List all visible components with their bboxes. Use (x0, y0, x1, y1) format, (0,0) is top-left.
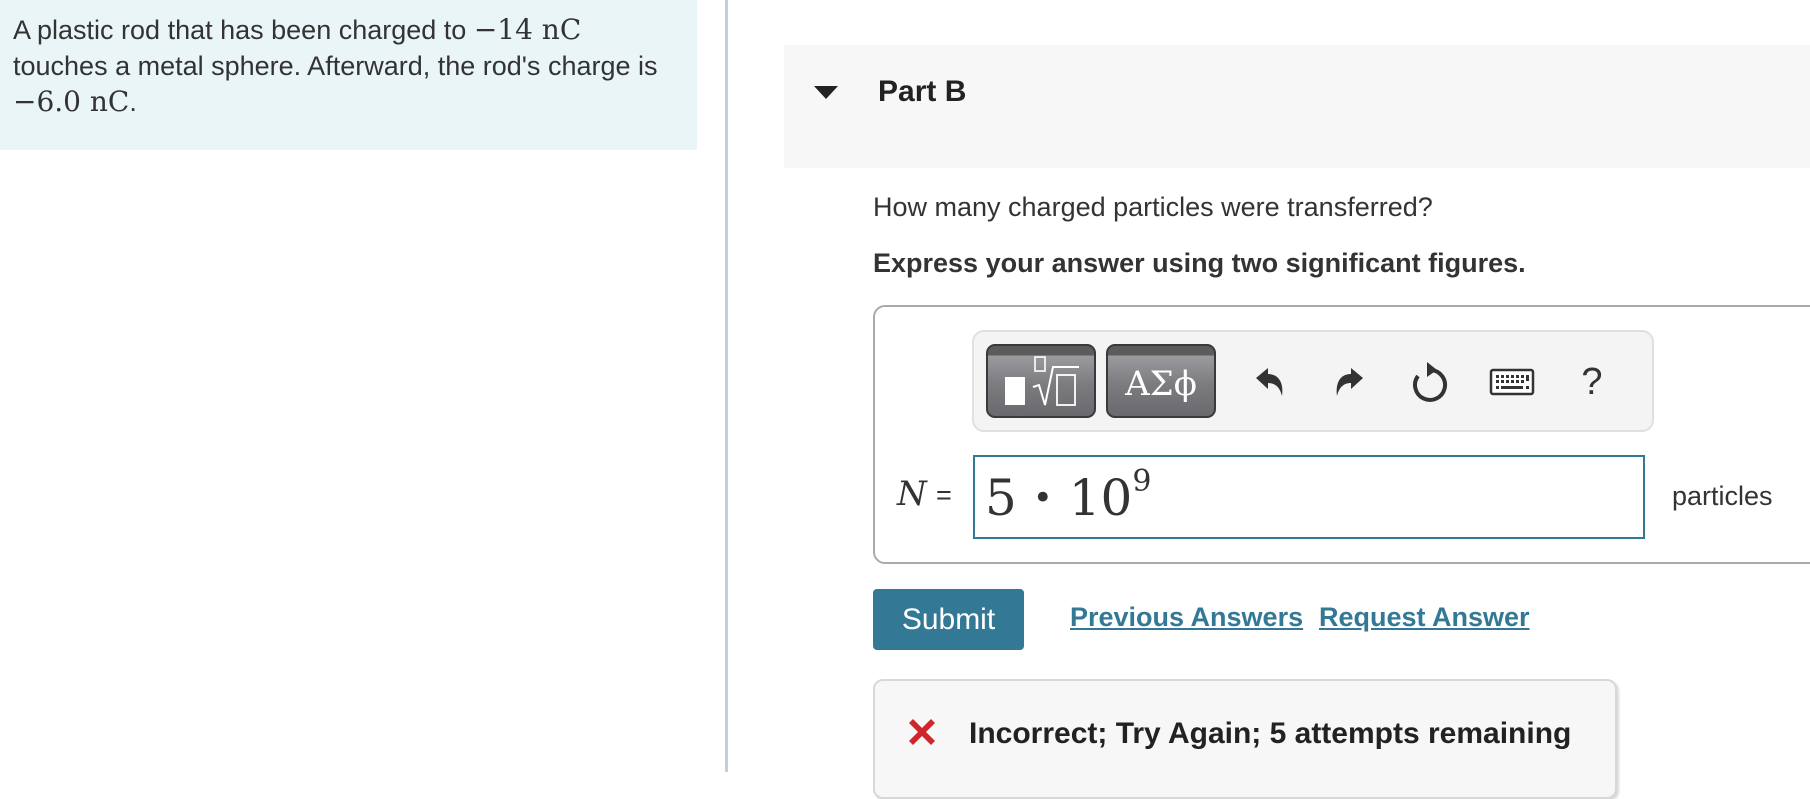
instructions-text: Express your answer using two significan… (873, 248, 1526, 278)
problem-text-segment: A plastic rod that has been charged to (13, 15, 474, 45)
initial-charge-value: −14 nC (473, 13, 582, 46)
undo-button[interactable] (1242, 354, 1298, 410)
symbols-button[interactable]: ΑΣϕ (1106, 344, 1216, 418)
answer-base: 10 (1068, 469, 1133, 527)
math-toolbar: ΑΣϕ ? (972, 330, 1654, 432)
undo-icon (1256, 368, 1283, 396)
request-answer-link[interactable]: Request Answer (1319, 602, 1530, 633)
help-button[interactable]: ? (1564, 354, 1620, 410)
answer-variable-label: N (897, 474, 927, 514)
templates-button[interactable] (986, 344, 1096, 418)
answer-mantissa: 5 (985, 469, 1017, 527)
question-text: How many charged particles were transfer… (873, 192, 1433, 222)
keyboard-button[interactable] (1484, 354, 1540, 410)
redo-button[interactable] (1321, 354, 1377, 410)
feedback-message: Incorrect; Try Again; 5 attempts remaini… (969, 717, 1572, 750)
answer-exponent: 9 (1132, 464, 1152, 500)
reset-icon (1413, 362, 1448, 402)
problem-text-segment: . (129, 87, 137, 117)
reset-button[interactable] (1401, 354, 1457, 410)
problem-statement-text: A plastic rod that has been charged to −… (13, 12, 683, 120)
answer-operator: • (1032, 478, 1053, 518)
equals-sign: = (936, 480, 952, 510)
unit-label: particles (1672, 481, 1773, 511)
previous-answers-link[interactable]: Previous Answers (1070, 602, 1303, 633)
redo-icon (1336, 368, 1363, 396)
pane-divider[interactable] (725, 0, 728, 772)
incorrect-x-icon (905, 715, 939, 754)
keyboard-icon (1489, 368, 1535, 396)
caret-down-icon[interactable] (814, 86, 838, 99)
templates-sqrt-icon (1005, 356, 1079, 406)
final-charge-value: −6.0 nC (13, 85, 130, 118)
answer-value: 5 • 109 (985, 464, 1151, 527)
problem-text-segment: touches a metal sphere. Afterward, the r… (13, 51, 658, 81)
answer-input[interactable]: 5 • 109 (973, 455, 1645, 539)
part-title[interactable]: Part B (878, 75, 966, 109)
feedback-box: Incorrect; Try Again; 5 attempts remaini… (873, 679, 1617, 799)
submit-button[interactable]: Submit (873, 589, 1024, 650)
